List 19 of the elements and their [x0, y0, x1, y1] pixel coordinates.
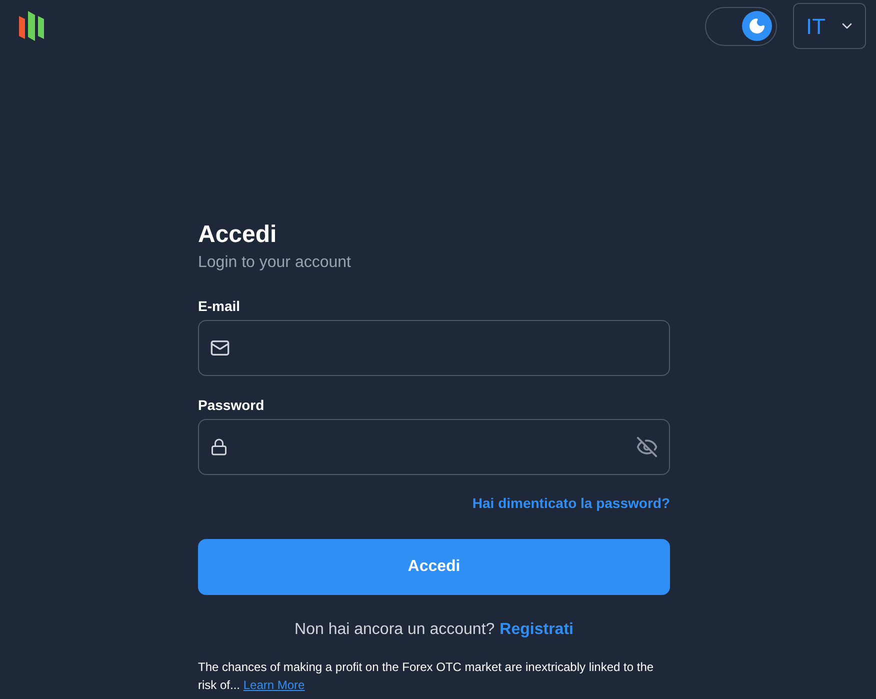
learn-more-link[interactable]: Learn More: [243, 678, 305, 692]
email-field[interactable]: [198, 320, 670, 376]
field-label: Password: [198, 396, 266, 414]
signup-link[interactable]: Registrati: [500, 618, 574, 642]
moon-icon: [742, 11, 772, 41]
password-field[interactable]: [198, 419, 670, 475]
field-label: E-mail: [198, 297, 242, 315]
login-button[interactable]: Accedi: [198, 539, 670, 595]
mail-icon: [210, 338, 230, 358]
forgot-password-link[interactable]: Hai dimenticato la password?: [472, 493, 670, 514]
signup-prompt: Non hai ancora un account?: [294, 620, 495, 640]
language-select[interactable]: IT: [793, 3, 866, 49]
subtitle: Login to your account: [198, 253, 352, 273]
page-title: Accedi: [198, 220, 278, 250]
dark-mode-toggle[interactable]: [705, 6, 777, 46]
disclaimer-text: The chances of making a profit on the Forex OTC market are inextricably linked to the risk of... Learn More: [198, 659, 655, 694]
logo-icon: [19, 11, 45, 41]
lock-icon: [210, 438, 228, 456]
eye-off-icon[interactable]: [636, 436, 658, 458]
